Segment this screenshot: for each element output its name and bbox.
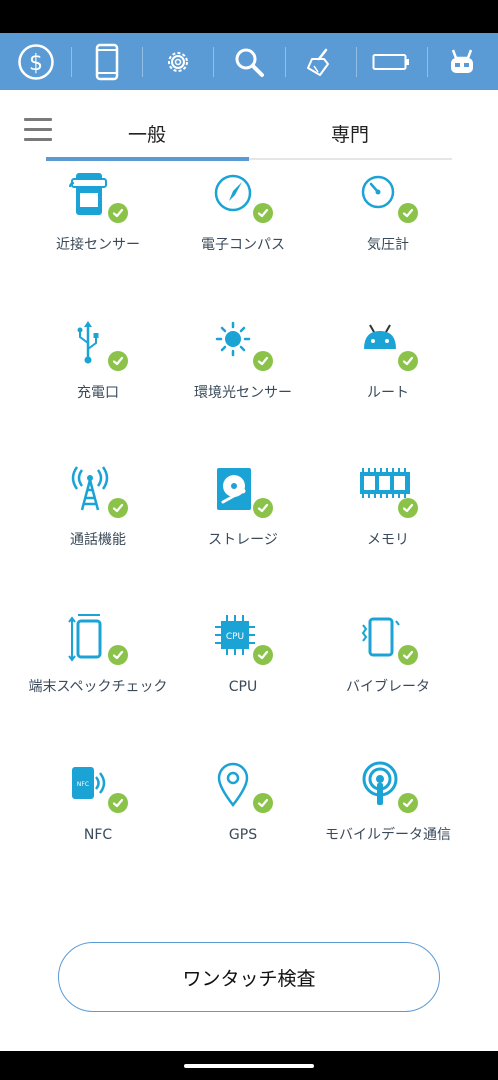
test-item-gps-pin[interactable]: GPS xyxy=(168,755,318,844)
test-item-device-spec[interactable]: 端末スペックチェック xyxy=(23,607,173,696)
test-icon-wrap xyxy=(68,607,128,667)
usb-icon xyxy=(68,319,112,371)
toolbar-search-button[interactable] xyxy=(213,33,284,90)
broom-icon xyxy=(307,48,330,76)
light-sensor-icon xyxy=(213,319,257,367)
test-item-usb[interactable]: 充電口 xyxy=(23,313,173,402)
svg-text:CPU: CPU xyxy=(226,632,244,642)
test-item-label: 近接センサー xyxy=(56,237,140,253)
test-item-light-sensor[interactable]: 環境光センサー xyxy=(168,313,318,402)
test-icon-wrap: CPU xyxy=(213,607,273,667)
check-icon xyxy=(398,498,418,518)
dollar-icon: $ xyxy=(17,43,54,80)
test-item-label: 充電口 xyxy=(77,385,119,401)
storage-disk-icon xyxy=(213,466,257,518)
phone-icon xyxy=(95,43,118,80)
test-item-label: 電子コンパス xyxy=(201,237,285,253)
test-icon-wrap xyxy=(213,460,273,520)
test-item-label: ルート xyxy=(367,385,409,401)
check-icon xyxy=(398,351,418,371)
tab-general[interactable]: 一般 xyxy=(47,120,247,147)
test-item-label: 環境光センサー xyxy=(194,385,292,401)
test-item-label: バイブレータ xyxy=(346,679,430,695)
test-icon-wrap xyxy=(68,165,128,225)
check-icon xyxy=(253,203,273,223)
test-item-call-tower[interactable]: 通話機能 xyxy=(23,460,173,549)
search-icon xyxy=(235,48,264,77)
nfc-icon: NFC xyxy=(68,761,112,809)
check-icon xyxy=(398,203,418,223)
vibrator-icon xyxy=(358,613,402,665)
test-item-label: 端末スペックチェック xyxy=(28,679,168,695)
check-icon xyxy=(253,498,273,518)
battery-icon xyxy=(372,53,410,70)
test-item-memory[interactable]: メモリ xyxy=(313,460,463,549)
gear-icon xyxy=(167,51,188,72)
one-touch-check-button[interactable]: ワンタッチ検査 xyxy=(58,942,440,1012)
test-item-nfc[interactable]: NFC NFC xyxy=(23,755,173,844)
svg-text:$: $ xyxy=(29,51,43,76)
test-item-mobile-data[interactable]: モバイルデータ通信 xyxy=(313,755,463,844)
check-icon xyxy=(108,351,128,371)
test-item-label: ストレージ xyxy=(208,532,278,548)
test-icon-wrap xyxy=(358,165,418,225)
test-icon-wrap xyxy=(213,313,273,373)
test-item-vibrator[interactable]: バイブレータ xyxy=(313,607,463,696)
test-item-label: メモリ xyxy=(367,532,409,548)
top-toolbar: $ xyxy=(0,33,498,90)
check-icon xyxy=(253,645,273,665)
test-icon-wrap xyxy=(358,607,418,667)
toolbar-dollar-button[interactable]: $ xyxy=(0,33,71,90)
test-item-label: 通話機能 xyxy=(70,532,126,548)
test-item-compass[interactable]: 電子コンパス xyxy=(168,165,318,254)
test-icon-wrap xyxy=(68,313,128,373)
toolbar-battery-button[interactable] xyxy=(355,33,427,90)
status-bar xyxy=(0,0,498,33)
check-icon xyxy=(398,645,418,665)
test-icon-wrap xyxy=(213,755,273,815)
test-item-storage-disk[interactable]: ストレージ xyxy=(168,460,318,549)
check-icon xyxy=(108,793,128,813)
mascot-icon xyxy=(451,49,474,73)
test-icon-wrap xyxy=(68,460,128,520)
toolbar-settings-button[interactable] xyxy=(142,33,213,90)
toolbar-mascot-button[interactable] xyxy=(426,33,498,90)
test-item-label: モバイルデータ通信 xyxy=(325,827,451,843)
device-spec-icon xyxy=(68,613,112,669)
compass-icon xyxy=(213,171,257,219)
test-item-label: NFC xyxy=(83,827,113,843)
gps-pin-icon xyxy=(213,761,257,813)
test-item-android-root[interactable]: ルート xyxy=(313,313,463,402)
test-item-proximity-sensor[interactable]: 近接センサー xyxy=(23,165,173,254)
home-gesture-pill[interactable] xyxy=(184,1064,314,1068)
check-icon xyxy=(398,793,418,813)
test-item-cpu[interactable]: CPU CPU xyxy=(168,607,318,696)
check-icon xyxy=(108,645,128,665)
test-icon-wrap xyxy=(358,313,418,373)
test-icon-wrap: NFC xyxy=(68,755,128,815)
proximity-sensor-icon xyxy=(68,171,112,223)
tab-active-indicator xyxy=(46,157,249,161)
tab-expert[interactable]: 専門 xyxy=(250,120,450,147)
toolbar-phone-button[interactable] xyxy=(71,33,142,90)
check-icon xyxy=(108,498,128,518)
svg-text:NFC: NFC xyxy=(77,781,89,788)
test-icon-wrap xyxy=(358,755,418,815)
test-item-label: CPU xyxy=(228,679,258,695)
check-icon xyxy=(253,351,273,371)
test-item-label: 気圧計 xyxy=(367,237,409,253)
barometer-icon xyxy=(358,171,402,219)
test-icon-wrap xyxy=(358,460,418,520)
check-icon xyxy=(108,203,128,223)
test-icon-wrap xyxy=(213,165,273,225)
test-item-label: GPS xyxy=(228,827,258,843)
check-icon xyxy=(253,793,273,813)
cpu-icon: CPU xyxy=(213,613,257,661)
test-item-barometer[interactable]: 気圧計 xyxy=(313,165,463,254)
toolbar-clean-button[interactable] xyxy=(284,33,356,90)
